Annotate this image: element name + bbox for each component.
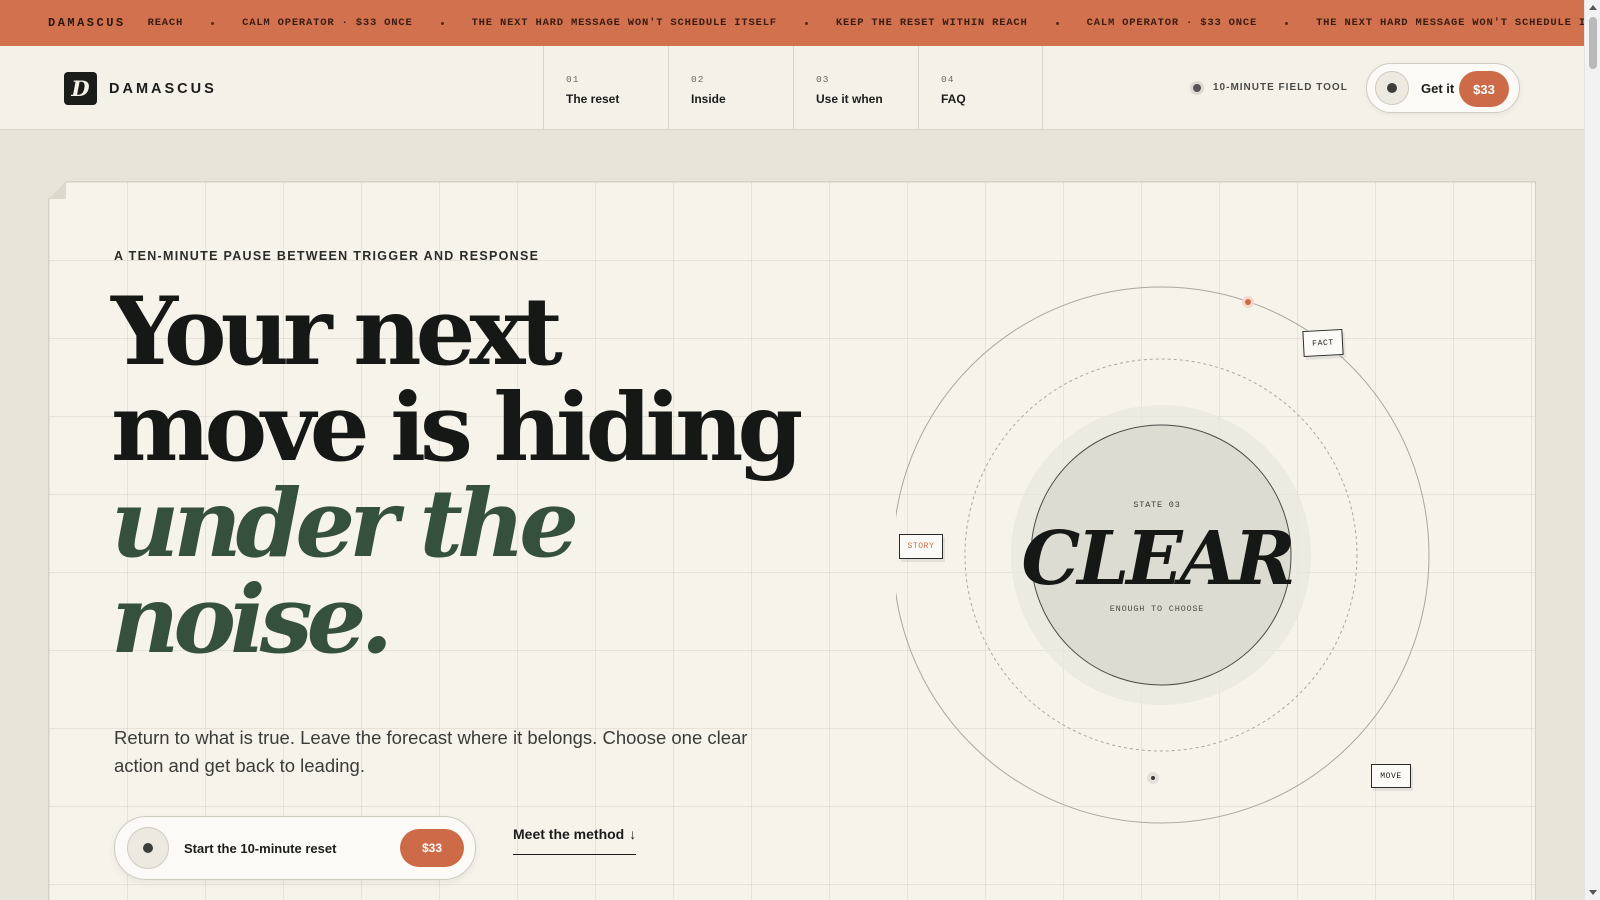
ticker-track: REACH CALM OPERATOR · $33 ONCE THE NEXT … — [148, 17, 1584, 29]
ticker-item: THE NEXT HARD MESSAGE WON'T SCHEDULE ITS… — [471, 17, 777, 29]
site-header: D DAMASCUS 01 The reset 02 Inside 03 Use… — [0, 46, 1584, 130]
ticker-item: REACH — [147, 17, 184, 29]
arrow-down-icon: ↓ — [629, 826, 637, 842]
main-nav: 01 The reset 02 Inside 03 Use it when 04… — [543, 46, 1043, 130]
logo-link[interactable]: D DAMASCUS — [64, 72, 217, 105]
logo-text: DAMASCUS — [109, 80, 217, 97]
orbit-marker — [1151, 776, 1155, 780]
nav-link-number: 04 — [941, 74, 955, 85]
headline-accent-line: under the — [111, 469, 579, 579]
ticker-item: CALM OPERATOR · $33 ONCE — [242, 17, 413, 29]
hero-headline: Your next move is hiding under the noise… — [111, 284, 871, 668]
hero-eyebrow: A TEN-MINUTE PAUSE BETWEEN TRIGGER AND R… — [114, 249, 540, 263]
state-subtitle: ENOUGH TO CHOOSE — [1109, 604, 1205, 614]
nav-link-number: 03 — [816, 74, 830, 85]
get-it-label: Get it — [1421, 80, 1455, 96]
nav-link-number: 01 — [566, 74, 580, 85]
ticker-separator — [1055, 21, 1059, 25]
ticker-separator — [211, 21, 215, 25]
orbit-label-story-text: STORY — [907, 542, 935, 551]
price-badge: $33 — [400, 829, 464, 867]
page-scrollbar[interactable] — [1584, 0, 1600, 900]
orbit-label-move-text: MOVE — [1380, 771, 1402, 781]
nav-link-label: The reset — [566, 92, 620, 106]
start-reset-label: Start the 10-minute reset — [184, 840, 337, 856]
ticker-item: THE NEXT HARD MESSAGE WON'T SCHEDULE ITS… — [1316, 17, 1584, 29]
headline-line: move is hiding — [111, 373, 803, 483]
orbit-marker-accent — [1245, 299, 1251, 305]
nav-link-faq[interactable]: 04 FAQ — [918, 46, 1043, 130]
orbit-label-fact-text: FACT — [1311, 337, 1335, 349]
hero-lede: Return to what is true. Leave the foreca… — [114, 727, 748, 776]
logo-mark: D — [64, 72, 97, 105]
meet-method-label: Meet the method — [513, 826, 625, 842]
ticker-separator — [804, 21, 808, 25]
nav-link-inside[interactable]: 02 Inside — [668, 46, 793, 130]
start-reset-button[interactable]: Start the 10-minute reset $33 — [114, 816, 476, 880]
status-dot-icon — [1193, 83, 1201, 92]
get-it-button[interactable]: Get it $33 — [1366, 63, 1520, 113]
record-dot-icon — [1375, 71, 1409, 105]
nav-link-label: Inside — [691, 92, 726, 106]
ticker-separator — [440, 21, 444, 25]
headline-line: Your next — [111, 277, 563, 387]
ticker-separator — [1285, 21, 1289, 25]
field-tool-badge: 10-MINUTE FIELD TOOL — [1193, 82, 1348, 93]
scroll-thumb[interactable] — [1589, 17, 1597, 69]
field-tool-label: 10-MINUTE FIELD TOOL — [1213, 82, 1348, 93]
orbit-label-story: STORY — [899, 534, 943, 559]
meet-method-link[interactable]: Meet the method ↓ — [513, 826, 637, 855]
nav-link-label: Use it when — [816, 92, 883, 106]
nav-link-the-reset[interactable]: 01 The reset — [543, 46, 668, 130]
orbit-label-fact: FACT — [1302, 328, 1344, 358]
state-word: CLEAR — [1021, 516, 1295, 602]
nav-link-number: 02 — [691, 74, 705, 85]
nav-link-label: FAQ — [941, 92, 966, 106]
nav-link-use-it-when[interactable]: 03 Use it when — [793, 46, 918, 130]
card-corner-fold — [48, 181, 66, 199]
ticker-brand: DAMASCUS — [48, 16, 126, 30]
price-badge: $33 — [1459, 71, 1509, 107]
scroll-up-icon[interactable] — [1589, 5, 1597, 10]
record-dot-icon — [127, 827, 169, 869]
ticker-item: KEEP THE RESET WITHIN REACH — [835, 17, 1028, 29]
headline-accent-line: noise. — [111, 565, 393, 675]
ticker-item: CALM OPERATOR · $33 ONCE — [1086, 17, 1258, 29]
hero-section: A TEN-MINUTE PAUSE BETWEEN TRIGGER AND R… — [48, 181, 1536, 900]
state-number: STATE 03 — [1133, 500, 1181, 510]
announcement-ticker: DAMASCUS REACH CALM OPERATOR · $33 ONCE … — [0, 0, 1584, 46]
scroll-down-icon[interactable] — [1589, 890, 1597, 895]
orbit-label-move: MOVE — [1371, 764, 1411, 788]
